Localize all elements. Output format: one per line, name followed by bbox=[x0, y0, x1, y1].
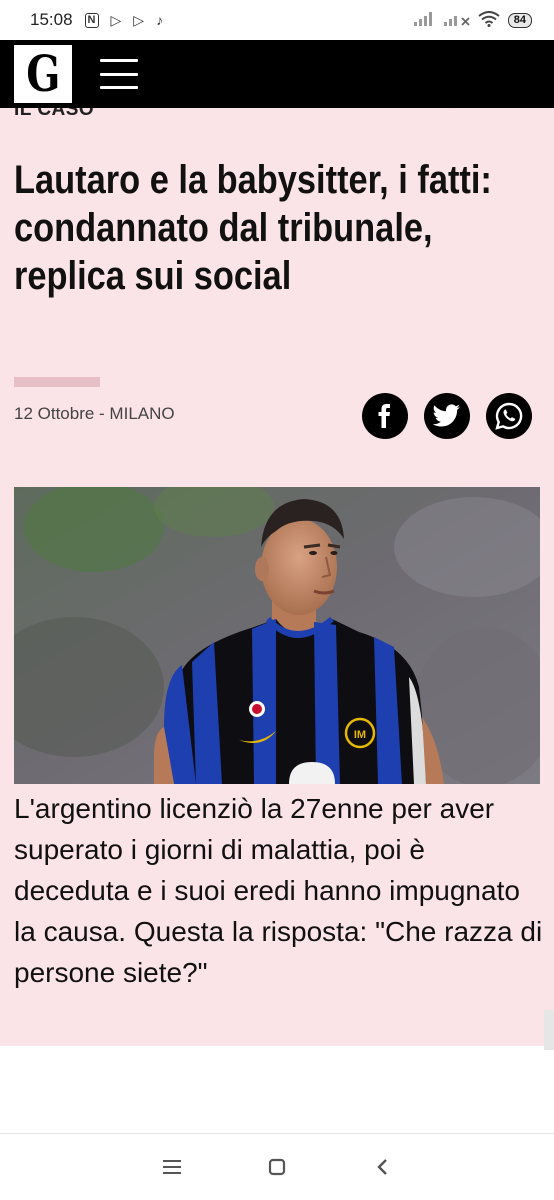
article-dateline: 12 Ottobre - MILANO bbox=[14, 404, 175, 423]
whatsapp-icon bbox=[495, 402, 523, 430]
home-icon bbox=[268, 1158, 286, 1176]
recents-icon bbox=[163, 1160, 182, 1174]
article-summary: L'argentino licenziò la 27enne per aver … bbox=[14, 793, 543, 988]
site-logo[interactable]: G bbox=[14, 45, 72, 103]
twitter-share-button[interactable] bbox=[424, 393, 470, 439]
battery-icon: 84 bbox=[507, 12, 532, 28]
nfc-icon: N bbox=[84, 12, 99, 28]
svg-text:IM: IM bbox=[354, 729, 366, 741]
tiktok-icon: ♪ bbox=[156, 12, 164, 28]
facebook-icon bbox=[378, 404, 390, 428]
menu-icon[interactable] bbox=[100, 59, 138, 89]
home-button[interactable] bbox=[262, 1152, 292, 1182]
recents-button[interactable] bbox=[157, 1152, 187, 1182]
logo-letter: G bbox=[25, 44, 61, 103]
status-time: 15:08 bbox=[30, 10, 73, 29]
status-bar: 15:08 N ▷ ▷ ♪ 84 bbox=[0, 0, 554, 40]
site-header: G bbox=[0, 40, 554, 108]
signal-no-service-icon bbox=[443, 12, 470, 29]
back-icon bbox=[376, 1159, 387, 1175]
twitter-icon bbox=[433, 404, 460, 427]
whatsapp-share-button[interactable] bbox=[486, 393, 532, 439]
play-notification-icon: ▷ bbox=[133, 11, 145, 28]
wifi-icon bbox=[478, 10, 500, 30]
scroll-edge bbox=[544, 1010, 554, 1050]
system-nav-bar bbox=[0, 1133, 554, 1200]
article-headline: Lautaro e la babysitter, i fatti: condan… bbox=[14, 158, 492, 298]
article-kicker[interactable]: IL CASO bbox=[14, 108, 94, 121]
signal-icon bbox=[413, 11, 436, 29]
article-photo[interactable]: IM bbox=[14, 487, 540, 784]
article: IL CASO Lautaro e la babysitter, i fatti… bbox=[0, 108, 554, 1046]
play-notification-icon: ▷ bbox=[110, 11, 122, 28]
divider bbox=[14, 377, 100, 387]
facebook-share-button[interactable] bbox=[362, 393, 408, 439]
back-button[interactable] bbox=[367, 1152, 397, 1182]
